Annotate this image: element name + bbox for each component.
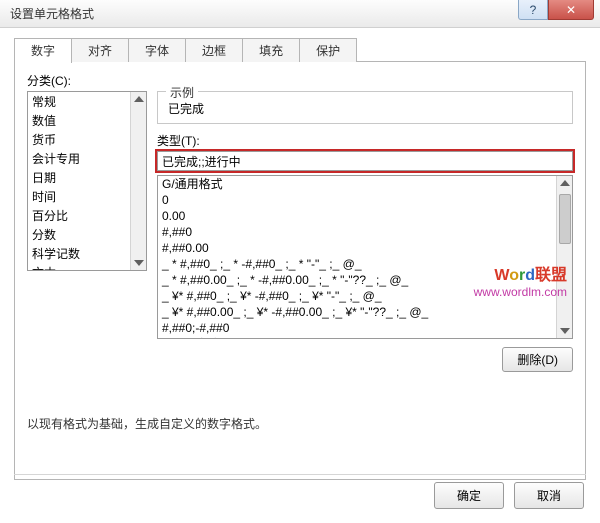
tabstrip: 数字对齐字体边框填充保护 [14,38,586,62]
category-item[interactable]: 会计专用 [28,149,130,168]
scrollbar[interactable] [130,92,146,270]
ok-button[interactable]: 确定 [434,482,504,509]
format-item[interactable]: _ ¥* #,##0.00_ ;_ ¥* -#,##0.00_ ;_ ¥* "-… [158,304,556,320]
category-item[interactable]: 常规 [28,92,130,111]
cancel-button[interactable]: 取消 [514,482,584,509]
category-item[interactable]: 文本 [28,263,130,271]
format-item[interactable]: _ * #,##0_ ;_ * -#,##0_ ;_ * "-"_ ;_ @_ [158,256,556,272]
tab-数字[interactable]: 数字 [14,38,72,63]
tab-边框[interactable]: 边框 [185,38,243,62]
type-label: 类型(T): [157,132,573,149]
format-item[interactable]: 0.00 [158,208,556,224]
format-item[interactable]: G/通用格式 [158,176,556,192]
sample-fieldset: 示例 已完成 [157,91,573,124]
category-label: 分类(C): [27,72,573,89]
scrollbar[interactable] [556,176,572,338]
category-item[interactable]: 分数 [28,225,130,244]
dialog-buttons: 确定 取消 [434,482,584,509]
sample-value: 已完成 [166,100,564,117]
close-button[interactable]: ✕ [548,0,594,20]
tab-对齐[interactable]: 对齐 [71,38,129,62]
category-item[interactable]: 日期 [28,168,130,187]
category-item[interactable]: 货币 [28,130,130,149]
format-item[interactable]: _ ¥* #,##0_ ;_ ¥* -#,##0_ ;_ ¥* "-"_ ;_ … [158,288,556,304]
tab-panel-number: 分类(C): 常规数值货币会计专用日期时间百分比分数科学记数文本特殊自定义 示例… [14,62,586,480]
delete-row: 删除(D) [157,347,573,372]
tab-保护[interactable]: 保护 [299,38,357,62]
titlebar: 设置单元格格式 ? ✕ [0,0,600,28]
help-icon: ? [530,3,537,17]
format-item[interactable]: #,##0;[红色]-#,##0 [158,336,556,339]
dialog-body: 数字对齐字体边框填充保护 分类(C): 常规数值货币会计专用日期时间百分比分数科… [0,28,600,490]
layout: 常规数值货币会计专用日期时间百分比分数科学记数文本特殊自定义 示例 已完成 类型… [27,91,573,401]
help-button[interactable]: ? [518,0,548,20]
window-buttons: ? ✕ [518,0,594,20]
tab-字体[interactable]: 字体 [128,38,186,62]
format-item[interactable]: #,##0 [158,224,556,240]
category-item[interactable]: 数值 [28,111,130,130]
format-item[interactable]: _ * #,##0.00_ ;_ * -#,##0.00_ ;_ * "-"??… [158,272,556,288]
right-column: 示例 已完成 类型(T): G/通用格式00.00#,##0#,##0.00_ … [157,91,573,401]
category-item[interactable]: 科学记数 [28,244,130,263]
separator [14,474,586,475]
tab-填充[interactable]: 填充 [242,38,300,62]
scrollbar-thumb[interactable] [559,194,571,244]
hint-text: 以现有格式为基础，生成自定义的数字格式。 [27,415,573,432]
format-item[interactable]: #,##0;-#,##0 [158,320,556,336]
format-list[interactable]: G/通用格式00.00#,##0#,##0.00_ * #,##0_ ;_ * … [157,175,573,339]
sample-legend: 示例 [166,84,198,101]
delete-button[interactable]: 删除(D) [502,347,573,372]
format-item[interactable]: #,##0.00 [158,240,556,256]
category-item[interactable]: 百分比 [28,206,130,225]
type-input[interactable] [157,151,573,171]
format-item[interactable]: 0 [158,192,556,208]
category-item[interactable]: 时间 [28,187,130,206]
category-list[interactable]: 常规数值货币会计专用日期时间百分比分数科学记数文本特殊自定义 [27,91,147,271]
window-title: 设置单元格格式 [10,5,94,22]
close-icon: ✕ [566,3,576,17]
